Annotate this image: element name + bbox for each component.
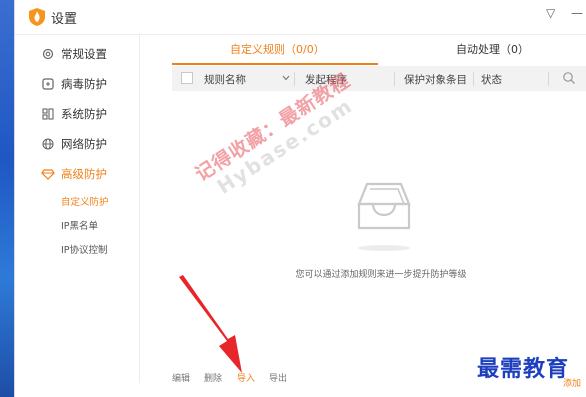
column-divider (294, 72, 295, 86)
column-initiator[interactable]: 发起程序 (305, 72, 347, 87)
column-divider (394, 72, 395, 86)
empty-inbox-icon (357, 182, 411, 251)
sidebar-item-virus-protection[interactable]: 病毒防护 (41, 74, 107, 94)
column-status[interactable]: 状态 (481, 72, 502, 87)
shield-logo-icon (29, 8, 45, 26)
desktop-background (0, 0, 14, 397)
red-arrow-annotation (179, 275, 242, 373)
search-icon[interactable] (562, 71, 576, 85)
delete-button[interactable]: 删除 (204, 371, 222, 384)
sidebar-subitem-ip-blacklist[interactable]: IP黑名单 (61, 218, 98, 232)
table-header: 规则名称 发起程序 保护对象条目 状态 (172, 66, 586, 91)
sidebar-item-label: 高级防护 (61, 167, 107, 181)
import-button[interactable]: 导入 (237, 371, 255, 384)
sidebar-item-label: 病毒防护 (61, 77, 107, 91)
gear-icon (42, 48, 54, 60)
settings-window: 设置 ▽ — 常规设置 病毒防护 系统防护 网络防护 高级防护 自定义防护 IP… (14, 0, 586, 397)
minimize-button[interactable]: — (571, 6, 583, 20)
column-rule-name[interactable]: 规则名称 (204, 72, 246, 87)
select-all-checkbox[interactable] (181, 72, 193, 84)
title-bar: 设置 ▽ — (15, 0, 586, 35)
tab-bar: 自定义规则（0/0） 自动处理（0） (172, 41, 574, 65)
menu-dropdown-button[interactable]: ▽ (546, 6, 555, 20)
tab-custom-rules[interactable]: 自定义规则（0/0） (230, 41, 325, 57)
corner-add-text: 添加 (563, 379, 582, 389)
window-title: 设置 (51, 12, 78, 27)
column-divider (473, 72, 474, 86)
column-protected-items[interactable]: 保护对象条目 (404, 72, 467, 87)
sidebar-item-label: 系统防护 (61, 107, 107, 121)
empty-state-message: 您可以通过添加规则来进一步提升防护等级 (295, 270, 467, 280)
export-button[interactable]: 导出 (269, 371, 287, 384)
sidebar-subitem-ip-protocol-control[interactable]: IP协议控制 (61, 242, 108, 256)
chevron-down-icon[interactable] (282, 75, 290, 81)
sidebar-item-general-settings[interactable]: 常规设置 (41, 44, 107, 64)
sidebar-item-network-protection[interactable]: 网络防护 (41, 134, 107, 154)
sidebar-item-system-protection[interactable]: 系统防护 (41, 104, 107, 124)
sidebar-item-label: 网络防护 (61, 137, 107, 151)
column-divider (548, 72, 549, 86)
diamond-icon (41, 169, 55, 180)
globe-icon (42, 138, 54, 150)
tab-auto-handling[interactable]: 自动处理（0） (456, 41, 529, 57)
sidebar-item-advanced-protection[interactable]: 高级防护 (41, 164, 107, 184)
edit-button[interactable]: 编辑 (172, 371, 190, 384)
active-tab-indicator (172, 63, 378, 65)
brand-watermark: 最需教育 (477, 356, 570, 382)
system-icon (42, 108, 54, 120)
sidebar-item-label: 常规设置 (61, 47, 107, 61)
sidebar-subitem-custom-protection[interactable]: 自定义防护 (61, 194, 109, 208)
virus-shield-icon (42, 78, 54, 90)
sidebar: 常规设置 病毒防护 系统防护 网络防护 高级防护 自定义防护 IP黑名单 IP协… (15, 35, 140, 383)
